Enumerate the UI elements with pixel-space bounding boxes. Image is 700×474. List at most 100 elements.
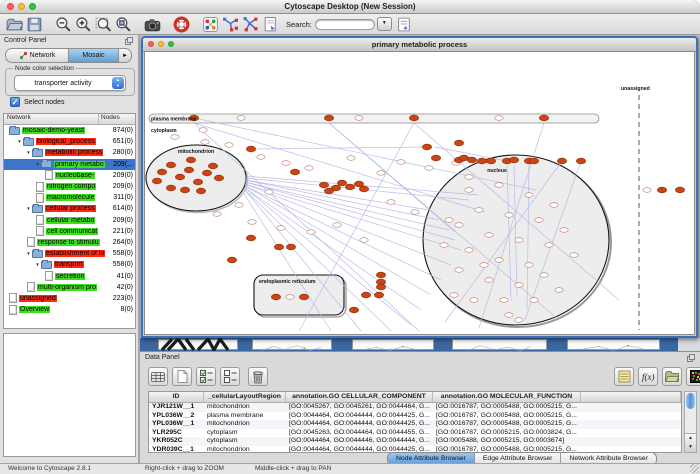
node[interactable] — [184, 167, 193, 173]
attribute-matrix-button[interactable] — [686, 367, 700, 386]
node-unselected[interactable] — [199, 128, 207, 133]
edge[interactable] — [299, 123, 414, 331]
expand-triangle-icon[interactable]: ▼ — [25, 206, 32, 211]
node[interactable] — [509, 157, 518, 163]
import-attributes-folder-button[interactable] — [662, 367, 682, 386]
node-unselected[interactable] — [377, 171, 385, 176]
node-unselected[interactable] — [465, 248, 473, 253]
node-unselected[interactable] — [440, 243, 448, 248]
node[interactable] — [274, 244, 283, 250]
node[interactable] — [157, 169, 166, 175]
tree-item-cellular-process[interactable]: ▼cellular process614(0) — [4, 203, 135, 214]
edge[interactable] — [245, 184, 451, 265]
node[interactable] — [299, 294, 308, 300]
help-lifebuoy-icon[interactable] — [173, 16, 190, 33]
search-combo-button[interactable]: ▼ — [377, 17, 392, 31]
node[interactable] — [539, 115, 548, 121]
node-unselected[interactable] — [525, 263, 533, 268]
birdseye-view-panel[interactable] — [3, 333, 136, 457]
node[interactable] — [454, 140, 463, 146]
background-window-fragment[interactable] — [567, 339, 660, 350]
table-row[interactable]: YPL036W__1mitochondrion[GO:0044464, GO:0… — [149, 420, 681, 429]
node[interactable] — [359, 186, 368, 192]
node-unselected[interactable] — [387, 200, 395, 205]
node[interactable] — [349, 307, 358, 313]
node-unselected[interactable] — [455, 268, 463, 273]
node-unselected[interactable] — [355, 116, 363, 121]
network-graph[interactable]: plasma membranecytoplasmmitochondrionnuc… — [145, 52, 698, 337]
node[interactable] — [409, 115, 418, 121]
attribute-batch-editor-button[interactable] — [614, 367, 634, 386]
node-unselected[interactable] — [495, 258, 503, 263]
tree-item-metabolic-process[interactable]: ▼metabolic process280(0) — [4, 147, 135, 158]
node-unselected[interactable] — [550, 203, 558, 208]
node-unselected[interactable] — [450, 293, 458, 298]
plasma-membrane-compartment[interactable] — [149, 114, 599, 123]
node-unselected[interactable] — [495, 183, 503, 188]
tree-item-overview[interactable]: Overview8(0) — [4, 304, 135, 315]
table-row[interactable]: YJR121W__1mitochondrion[GO:0045267, GO:0… — [149, 403, 681, 412]
node[interactable] — [324, 115, 333, 121]
resize-grip[interactable] — [690, 464, 699, 473]
float-panel-icon[interactable] — [125, 37, 133, 45]
expand-triangle-icon[interactable]: ▼ — [25, 251, 32, 256]
select-nodes-checkbox[interactable]: ✓ — [10, 97, 20, 107]
node-unselected[interactable] — [570, 253, 578, 258]
search-input[interactable] — [315, 19, 375, 30]
tree-column-network[interactable]: Network — [4, 114, 99, 124]
node-unselected[interactable] — [225, 143, 233, 148]
zoom-fit-icon[interactable] — [95, 16, 112, 33]
network-overview-icon[interactable] — [202, 16, 219, 33]
node-unselected[interactable] — [305, 166, 313, 171]
node-unselected[interactable] — [425, 166, 433, 171]
scrollbar-arrows[interactable]: ▲▼ — [685, 433, 696, 452]
tree-item-mosaic-demo-yeast[interactable]: mosaic-demo-yeast874(0) — [4, 125, 135, 136]
node[interactable] — [557, 158, 566, 164]
save-icon[interactable] — [26, 16, 43, 33]
node[interactable] — [431, 155, 440, 161]
node-unselected[interactable] — [201, 140, 209, 145]
node-unselected[interactable] — [495, 116, 503, 121]
node[interactable] — [467, 157, 476, 163]
more-tabs-arrow-button[interactable]: ► — [119, 48, 132, 63]
tree-item-macromolecule[interactable]: macromolecule311(0) — [4, 192, 135, 203]
node-unselected[interactable] — [455, 223, 463, 228]
search-options-page-icon[interactable] — [396, 16, 413, 33]
node[interactable] — [376, 284, 385, 290]
tree-item-establishment-of-lo[interactable]: ▼establishment of lo558(0) — [4, 248, 135, 259]
apply-layout-2-icon[interactable] — [242, 16, 259, 33]
node-unselected[interactable] — [470, 298, 478, 303]
float-panel-icon[interactable] — [687, 354, 695, 362]
column-header-go-cellular-component[interactable]: annotation.GO CELLULAR_COMPONENT — [286, 392, 433, 402]
node[interactable] — [227, 257, 236, 263]
open-folder-icon[interactable] — [6, 16, 23, 33]
node[interactable] — [422, 144, 431, 150]
node-unselected[interactable] — [535, 218, 543, 223]
node[interactable] — [152, 178, 161, 184]
node[interactable] — [675, 187, 684, 193]
tree-column-nodes[interactable]: Nodes — [99, 114, 135, 124]
node-unselected[interactable] — [500, 298, 508, 303]
tree-item-cellular-metabo[interactable]: cellular metabo209(0) — [4, 215, 135, 226]
node-unselected[interactable] — [475, 208, 483, 213]
zoom-out-icon[interactable] — [55, 16, 72, 33]
expand-triangle-icon[interactable]: ▼ — [34, 162, 41, 167]
column-header-cellularlayoutregion[interactable]: _cellularLayoutRegion — [204, 392, 286, 402]
node-unselected[interactable] — [515, 283, 523, 288]
scrollbar-thumb[interactable] — [686, 393, 695, 409]
tree-item-response-to-stimulu[interactable]: response to stimulu264(0) — [4, 237, 135, 248]
node[interactable] — [576, 158, 585, 164]
node-unselected[interactable] — [397, 160, 405, 165]
node[interactable] — [246, 146, 255, 152]
node[interactable] — [180, 187, 189, 193]
expand-triangle-icon[interactable]: ▼ — [16, 139, 23, 144]
node[interactable] — [361, 292, 370, 298]
annotation-page-icon[interactable] — [262, 16, 279, 33]
node-unselected[interactable] — [505, 213, 513, 218]
node-unselected[interactable] — [643, 188, 651, 193]
node-unselected[interactable] — [277, 226, 285, 231]
attribute-select-table-button[interactable] — [148, 367, 168, 386]
node-unselected[interactable] — [545, 243, 553, 248]
node[interactable] — [529, 158, 538, 164]
node-unselected[interactable] — [213, 212, 221, 217]
